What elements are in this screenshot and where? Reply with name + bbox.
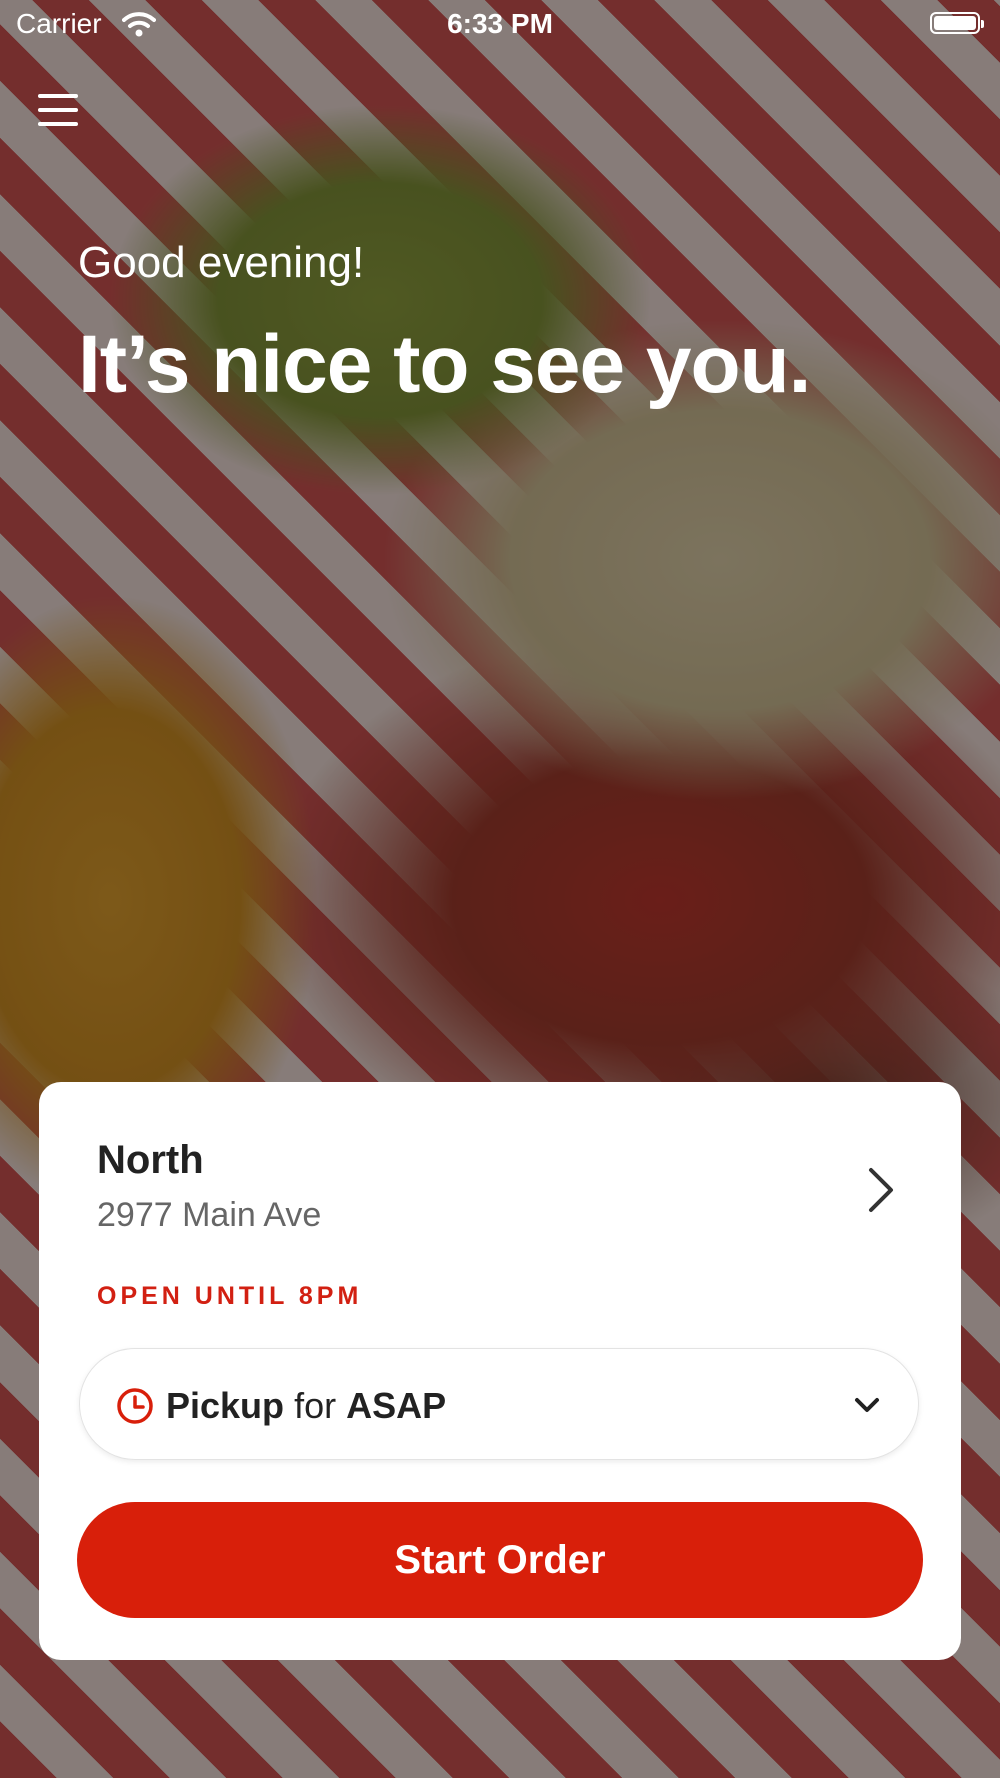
pickup-text: Pickup for ASAP (166, 1385, 446, 1427)
start-order-button[interactable]: Start Order (77, 1502, 923, 1618)
order-type: Pickup (166, 1385, 285, 1426)
greeting-text: Good evening! (78, 238, 365, 287)
location-card: North 2977 Main Ave OPEN UNTIL 8PM Picku… (39, 1082, 961, 1660)
open-status: OPEN UNTIL 8PM (97, 1282, 363, 1310)
order-time: ASAP (346, 1385, 447, 1426)
battery-icon (930, 12, 984, 34)
location-name: North (97, 1138, 204, 1182)
headline-text: It’s nice to see you. (78, 319, 811, 410)
location-address: 2977 Main Ave (97, 1196, 322, 1234)
clock-time: 6:33 PM (447, 8, 553, 39)
order-connector: for (294, 1385, 337, 1426)
pickup-time-selector[interactable]: Pickup for ASAP (79, 1348, 919, 1460)
status-bar: Carrier 6:33 PM (0, 0, 1000, 50)
chevron-down-icon (855, 1398, 879, 1412)
clock-icon (117, 1388, 153, 1424)
chevron-right-icon[interactable] (861, 1162, 901, 1218)
menu-icon[interactable] (38, 94, 78, 130)
